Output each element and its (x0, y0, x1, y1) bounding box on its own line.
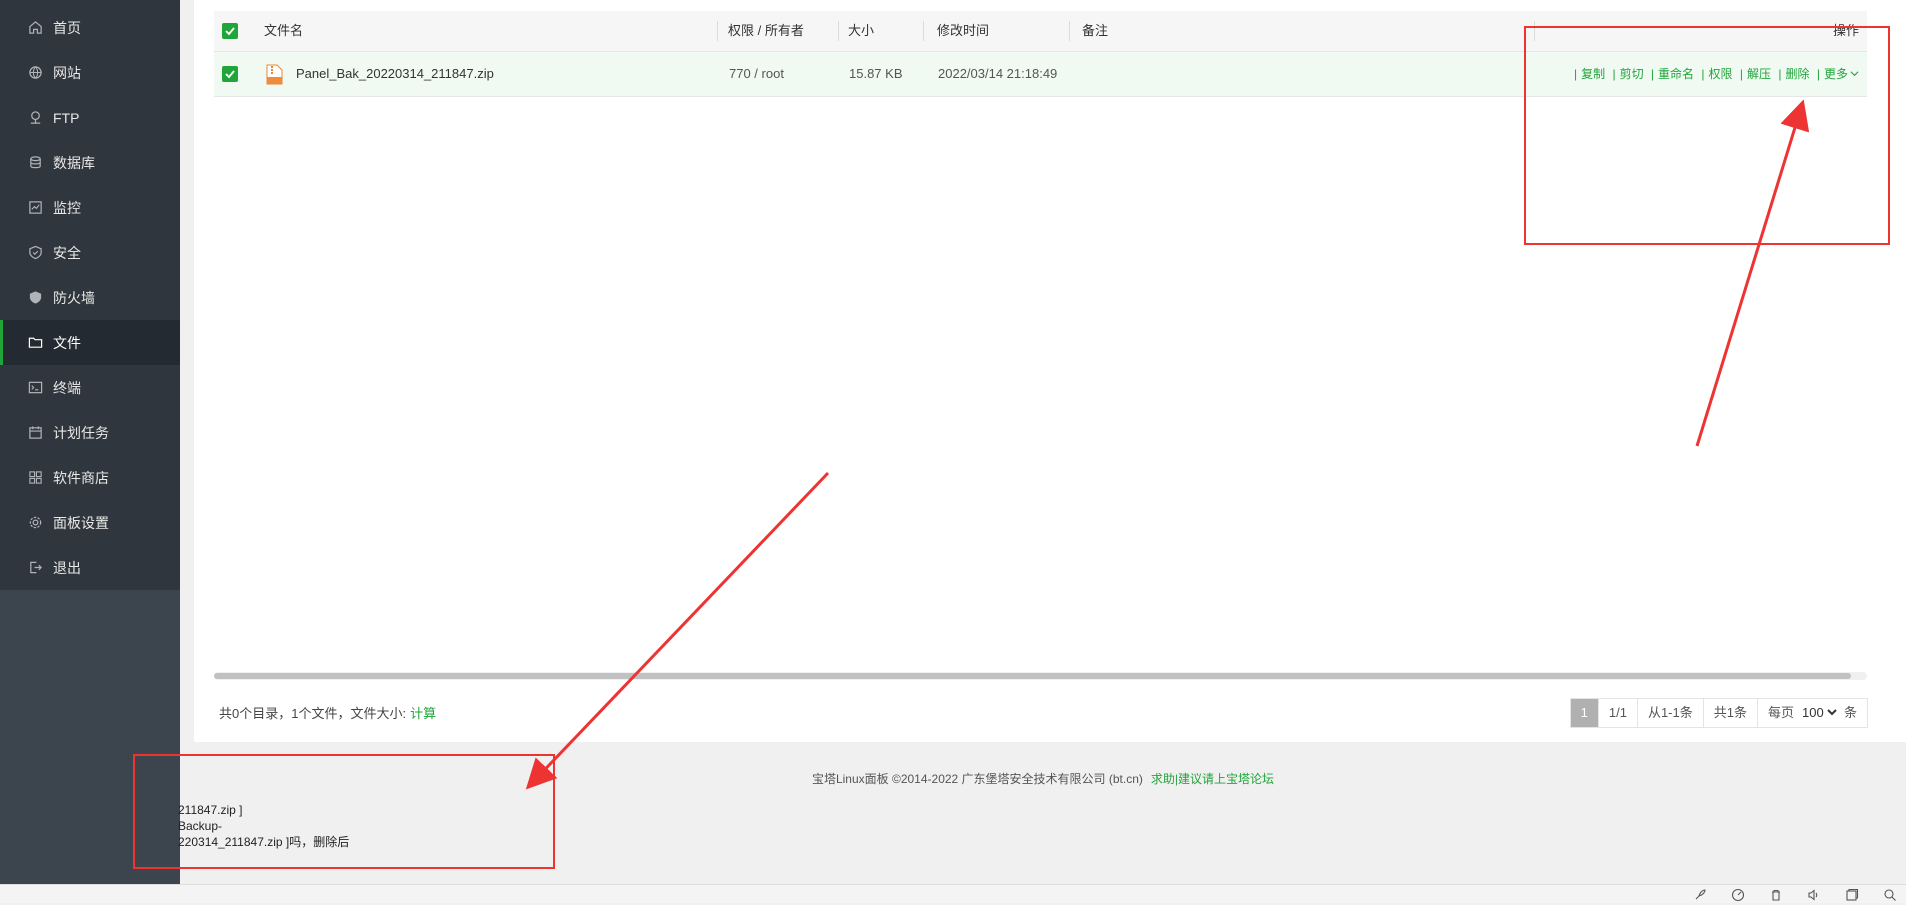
sidebar-menu: 首页 网站 FTP 数据库 监控 安全 防火墙 文件 终端 计划任务 软件商店 … (0, 0, 180, 590)
search-icon[interactable] (1883, 888, 1897, 902)
sidebar-item-terminal[interactable]: 终端 (0, 365, 180, 410)
logout-icon (27, 560, 43, 576)
sidebar-item-ftp[interactable]: FTP (0, 95, 180, 140)
column-divider (923, 21, 924, 41)
sidebar-item-label: 面板设置 (53, 514, 109, 531)
row-checkbox[interactable] (222, 66, 238, 82)
column-divider (1069, 21, 1070, 41)
sidebar-item-home[interactable]: 首页 (0, 5, 180, 50)
sidebar-item-label: FTP (53, 109, 80, 126)
sidebar-item-logout[interactable]: 退出 (0, 545, 180, 590)
horizontal-scrollbar[interactable] (214, 672, 1867, 680)
sidebar-item-files[interactable]: 文件 (0, 320, 180, 365)
check-icon (225, 70, 235, 79)
annotation-box-actions (1524, 26, 1890, 245)
per-page-select[interactable]: 100 (1797, 704, 1840, 721)
sidebar-item-label: 退出 (53, 559, 81, 576)
header-name[interactable]: 文件名 (264, 11, 303, 51)
shield-icon (27, 245, 43, 261)
column-divider (717, 21, 718, 41)
header-permission[interactable]: 权限 / 所有者 (728, 11, 804, 51)
firewall-icon (27, 290, 43, 306)
gear-icon (27, 515, 43, 531)
sidebar-item-label: 计划任务 (53, 424, 109, 441)
header-size[interactable]: 大小 (848, 11, 874, 51)
annotation-box-dialog (133, 754, 555, 869)
home-icon (27, 20, 43, 36)
file-size: 15.87 KB (849, 66, 903, 81)
forum-link[interactable]: 求助|建议请上宝塔论坛 (1151, 772, 1274, 786)
pagination: 1 1/1 从1-1条 共1条 每页 100 条 (1569, 698, 1868, 728)
sidebar-item-store[interactable]: 软件商店 (0, 455, 180, 500)
terminal-icon (27, 380, 43, 396)
sidebar-item-label: 终端 (53, 379, 81, 396)
sidebar-item-label: 数据库 (53, 154, 95, 171)
header-mtime[interactable]: 修改时间 (937, 11, 989, 51)
header-note: 备注 (1082, 23, 1109, 38)
sidebar-item-label: 文件 (53, 334, 81, 351)
sidebar-item-firewall[interactable]: 防火墙 (0, 275, 180, 320)
rocket-icon[interactable] (1693, 888, 1707, 902)
sidebar-item-label: 监控 (53, 199, 81, 216)
ftp-icon (27, 110, 43, 126)
apps-icon (27, 470, 43, 486)
file-mtime: 2022/03/14 21:18:49 (938, 66, 1058, 81)
per-page-control: 每页 100 条 (1757, 698, 1868, 728)
file-summary: 共0个目录，1个文件，文件大小: 计算 (219, 703, 436, 722)
database-icon (27, 155, 43, 171)
sidebar-item-label: 安全 (53, 244, 81, 261)
check-icon (225, 27, 235, 36)
trash-icon[interactable] (1769, 888, 1783, 902)
page-current[interactable]: 1 (1569, 698, 1599, 728)
sidebar-item-website[interactable]: 网站 (0, 50, 180, 95)
sidebar-item-label: 防火墙 (53, 289, 95, 306)
file-name-link[interactable]: Panel_Bak_20220314_211847.zip (296, 52, 494, 96)
sidebar-item-database[interactable]: 数据库 (0, 140, 180, 185)
calculate-size-link[interactable]: 计算 (410, 706, 436, 721)
file-permission[interactable]: 770 / root (729, 52, 784, 96)
folder-icon (27, 335, 43, 351)
calendar-icon (27, 425, 43, 441)
active-indicator (0, 320, 3, 365)
monitor-icon (27, 200, 43, 216)
zip-file-icon (266, 64, 283, 85)
column-divider (838, 21, 839, 41)
sidebar-item-label: 网站 (53, 64, 81, 81)
globe-icon (27, 65, 43, 81)
copyright-text: 宝塔Linux面板 ©2014-2022 广东堡塔安全技术有限公司 (bt.cn… (811, 772, 1143, 786)
volume-icon[interactable] (1807, 888, 1821, 902)
page-total: 共1条 (1703, 698, 1758, 728)
page-count: 1/1 (1598, 698, 1638, 728)
window-icon[interactable] (1845, 888, 1859, 902)
sidebar-item-settings[interactable]: 面板设置 (0, 500, 180, 545)
sidebar-item-label: 首页 (53, 19, 81, 36)
summary-text: 共0个目录，1个文件，文件大小: (219, 706, 407, 721)
sidebar-item-label: 软件商店 (53, 469, 109, 486)
sidebar-item-security[interactable]: 安全 (0, 230, 180, 275)
page-range: 从1-1条 (1637, 698, 1704, 728)
select-all-checkbox[interactable] (222, 23, 238, 39)
sidebar-item-monitor[interactable]: 监控 (0, 185, 180, 230)
per-page-label: 每页 (1767, 705, 1794, 720)
taskbar (0, 884, 1906, 903)
scrollbar-thumb[interactable] (214, 673, 1851, 679)
per-page-unit: 条 (1843, 705, 1857, 720)
speed-icon[interactable] (1731, 888, 1745, 902)
sidebar-item-cron[interactable]: 计划任务 (0, 410, 180, 455)
